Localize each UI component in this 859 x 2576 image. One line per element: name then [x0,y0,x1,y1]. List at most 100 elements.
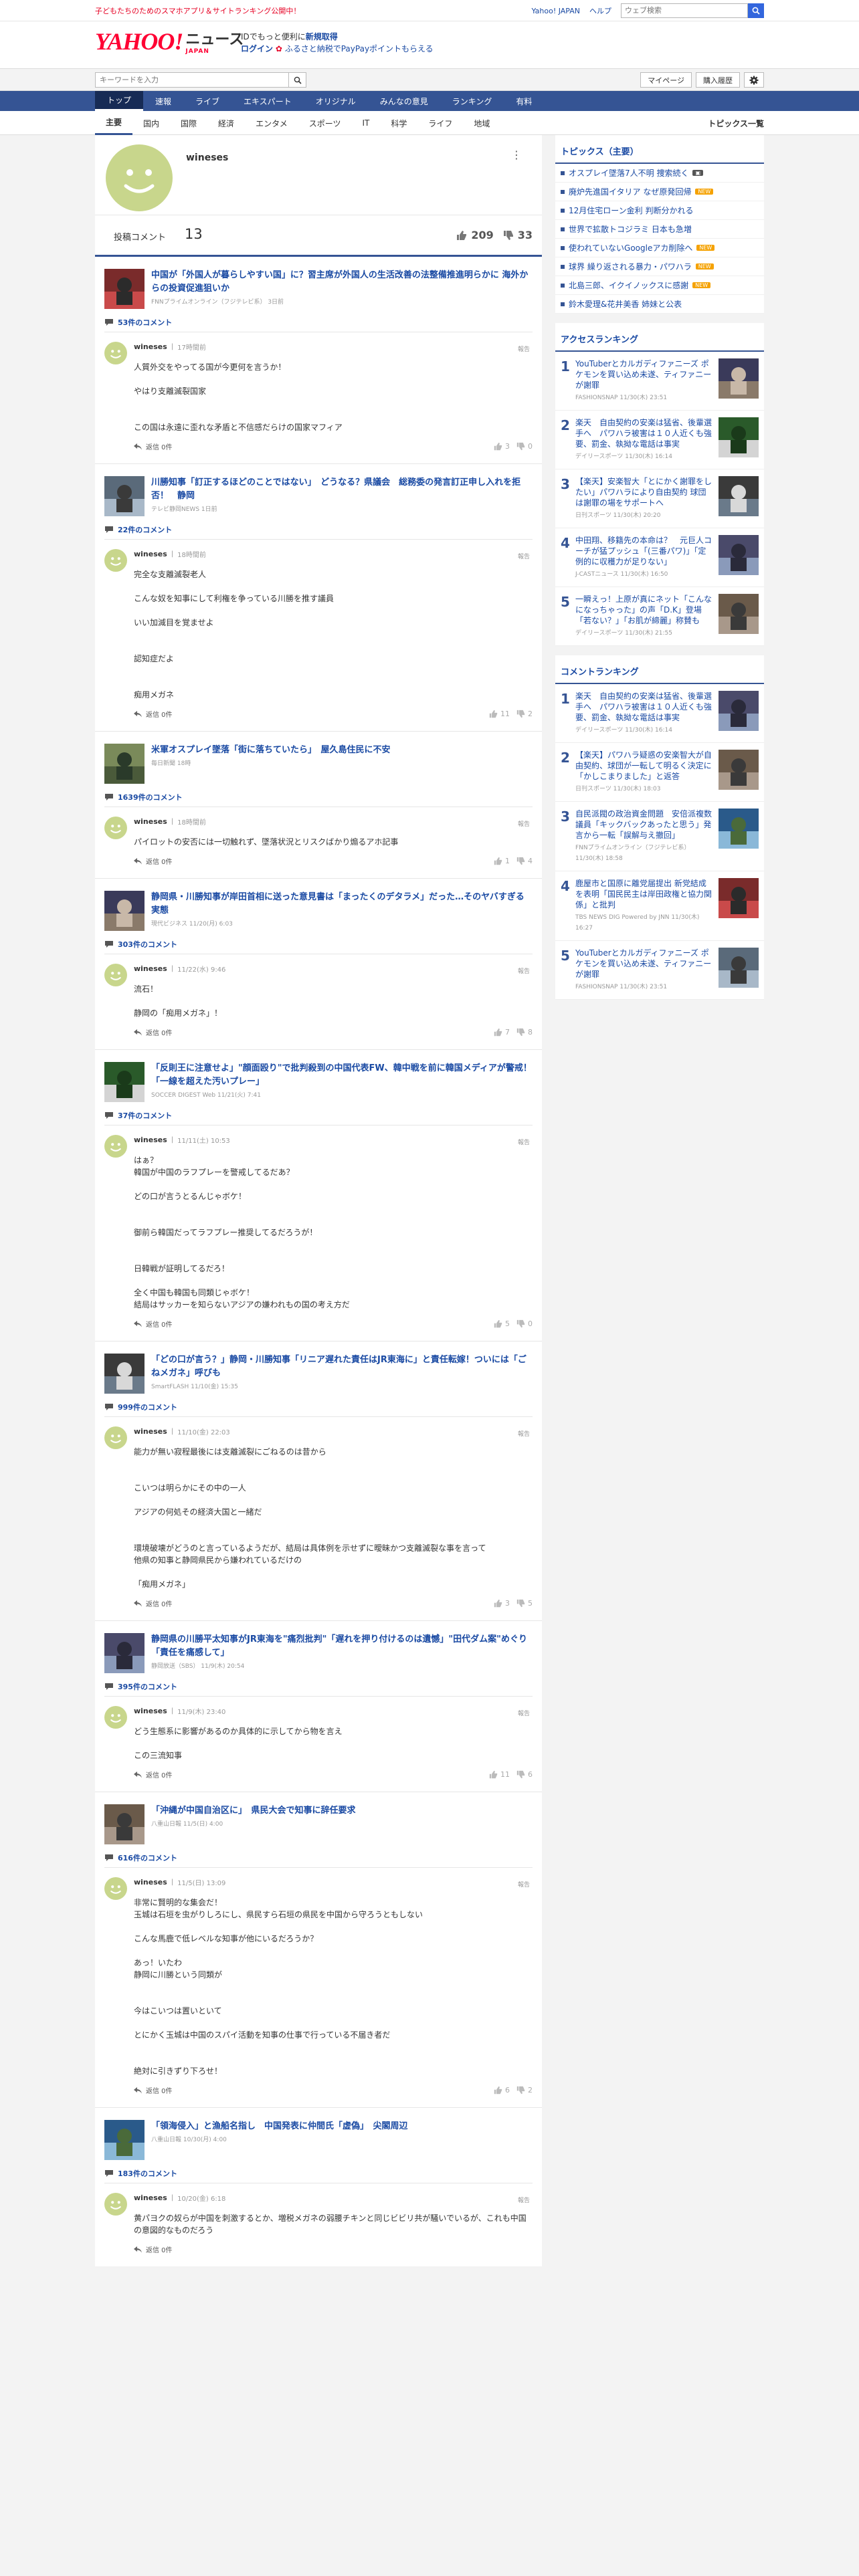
comment-username[interactable]: wineses [134,964,167,973]
ranking-item[interactable]: 3 【楽天】安楽智大「とにかく謝罪をしたい」パワハラにより自由契約 球団は謝罪の場… [555,469,764,528]
ranking-thumbnail[interactable] [719,878,759,918]
article-thumbnail[interactable] [104,891,145,931]
comment-username[interactable]: wineses [134,1878,167,1887]
avatar[interactable] [104,342,127,364]
like-button[interactable]: 3 [494,442,510,451]
article-thumbnail[interactable] [104,2120,145,2160]
avatar[interactable] [104,964,127,986]
topic-item[interactable]: 使われていないGoogleアカ削除へ NEW [555,239,764,257]
nav-science[interactable]: 科学 [380,111,417,135]
ranking-thumbnail[interactable] [719,594,759,634]
article-thumbnail[interactable] [104,744,145,784]
avatar[interactable] [104,1706,127,1729]
web-search-input[interactable] [621,3,748,18]
like-button[interactable]: 11 [489,710,510,718]
nav-live[interactable]: ライブ [183,91,231,111]
avatar[interactable] [104,549,127,572]
ranking-item[interactable]: 2 【楽天】パワハラ疑惑の安楽智大が自由契約、球団が一転して明るく決定に「かしこま… [555,743,764,802]
comment-count-link[interactable]: 616件のコメント [104,1852,533,1868]
reply-button[interactable]: 返信 0件 [134,1598,173,1608]
ranking-thumbnail[interactable] [719,691,759,731]
dislike-button[interactable]: 6 [516,1770,533,1779]
like-button[interactable]: 1 [494,857,510,865]
ranking-item[interactable]: 2 楽天 自由契約の安楽は猛省、後輩選手へ パワハラ被害は１０人近くも強要、罰金、… [555,411,764,469]
register-link[interactable]: 新規取得 [306,32,338,41]
report-link[interactable]: 報告 [518,344,530,353]
reply-button[interactable]: 返信 0件 [134,1319,173,1329]
yahoo-news-logo[interactable]: YAHOO! ニュース JAPAN [95,28,244,55]
reply-button[interactable]: 返信 0件 [134,441,173,451]
reply-button[interactable]: 返信 0件 [134,2085,173,2095]
article-title-link[interactable]: 米軍オスプレイ墜落「街に落ちていたら」 屋久島住民に不安 [151,744,391,757]
ranking-item[interactable]: 1 楽天 自由契約の安楽は猛省、後輩選手へ パワハラ被害は１０人近くも強要、罰金、… [555,684,764,743]
article-title-link[interactable]: 「沖縄が中国自治区に」 県民大会で知事に辞任要求 [151,1804,356,1818]
settings-button[interactable] [744,72,764,88]
nav-domestic[interactable]: 国内 [132,111,170,135]
topic-item[interactable]: 北島三郎、イクイノックスに感謝 NEW [555,276,764,295]
article-thumbnail[interactable] [104,1633,145,1673]
dislike-button[interactable]: 5 [516,1599,533,1608]
ranking-thumbnail[interactable] [719,358,759,399]
nav-opinion[interactable]: みんなの意見 [368,91,440,111]
avatar[interactable] [104,2193,127,2216]
topic-item[interactable]: 鈴木愛理&花井美香 姉妹と公表 [555,295,764,314]
avatar[interactable] [104,1426,127,1449]
topic-item[interactable]: 廃炉先進国イタリア なぜ原発回帰 NEW [555,183,764,201]
topic-item[interactable]: 世界で拡散トコジラミ 日本も急増 [555,220,764,239]
ranking-item[interactable]: 1 YouTuberとカルガディファニーズ ポケモンを買い込め未遂、ティファニーが… [555,352,764,411]
reply-button[interactable]: 返信 0件 [134,1027,173,1037]
report-link[interactable]: 報告 [518,1429,530,1438]
article-title-link[interactable]: 中国が「外国人が暮らしやすい国」に？習主席が外国人の生活改善の法整備推進明らかに… [151,269,533,296]
nav-economy[interactable]: 経済 [207,111,245,135]
comment-count-link[interactable]: 53件のコメント [104,317,533,332]
furusato-link[interactable]: ふるさと納税でPayPayポイントもらえる [285,44,434,53]
purchase-history-button[interactable]: 購入履歴 [696,72,740,88]
reply-button[interactable]: 返信 0件 [134,856,173,866]
report-link[interactable]: 報告 [518,1138,530,1146]
report-link[interactable]: 報告 [518,819,530,828]
article-thumbnail[interactable] [104,1354,145,1394]
mypage-button[interactable]: マイページ [640,72,692,88]
comment-count-link[interactable]: 303件のコメント [104,939,533,954]
topics-list-link[interactable]: トピックス一覧 [708,111,764,135]
keyword-search-button[interactable] [289,72,306,88]
article-title-link[interactable]: 静岡県の川勝平太知事がJR東海を"痛烈批判"「遅れを押り付けるのは遺憾」"田代ダ… [151,1633,533,1660]
report-link[interactable]: 報告 [518,2195,530,2204]
like-button[interactable]: 7 [494,1028,510,1037]
comment-username[interactable]: wineses [134,1707,167,1715]
nav-main[interactable]: 主要 [95,111,133,135]
ranking-thumbnail[interactable] [719,476,759,516]
report-link[interactable]: 報告 [518,552,530,560]
comment-username[interactable]: wineses [134,817,167,826]
topic-item[interactable]: 12月住宅ローン金利 判断分かれる [555,201,764,220]
like-button[interactable]: 5 [494,1319,510,1328]
nav-flash[interactable]: 速報 [143,91,183,111]
topic-item[interactable]: 球界 繰り返される暴力・パワハラ NEW [555,257,764,276]
nav-local[interactable]: 地域 [463,111,500,135]
like-button[interactable]: 11 [489,1770,510,1779]
nav-sports[interactable]: スポーツ [298,111,352,135]
article-thumbnail[interactable] [104,1062,145,1102]
report-link[interactable]: 報告 [518,966,530,975]
nav-entertainment[interactable]: エンタメ [245,111,298,135]
comment-count-link[interactable]: 1639件のコメント [104,792,533,807]
article-title-link[interactable]: 「反則王に注意せよ」"顔面殴り"で批判殺到の中国代表FW、韓中戦を前に韓国メディ… [151,1062,533,1089]
ranking-item[interactable]: 3 自民派閥の政治資金問題 安倍派複数議員「キックバックあったと思う」発言から一転… [555,802,764,871]
comment-count-link[interactable]: 22件のコメント [104,524,533,540]
comment-username[interactable]: wineses [134,550,167,558]
comment-username[interactable]: wineses [134,342,167,351]
ranking-item[interactable]: 4 鹿屋市と国原に離党届提出 新党結成を表明「国民民主は岸田政権と協力関係」と批判… [555,871,764,941]
web-search-button[interactable] [748,3,764,18]
nav-original[interactable]: オリジナル [304,91,368,111]
article-title-link[interactable]: 静岡県・川勝知事が岸田首相に送った意見書は「まったくのデタラメ」だった…そのヤバ… [151,891,533,918]
comment-username[interactable]: wineses [134,2193,167,2202]
comment-count-link[interactable]: 999件のコメント [104,1402,533,1417]
report-link[interactable]: 報告 [518,1709,530,1717]
ranking-thumbnail[interactable] [719,750,759,790]
ranking-item[interactable]: 5 YouTuberとカルガディファニーズ ポケモンを買い込め未遂、ティファニーが… [555,941,764,1000]
dislike-button[interactable]: 2 [516,710,533,718]
like-button[interactable]: 6 [494,2086,510,2095]
reply-button[interactable]: 返信 0件 [134,2244,173,2254]
article-thumbnail[interactable] [104,1804,145,1844]
article-title-link[interactable]: 「領海侵入」と漁船名指し 中国発表に仲間氏「虚偽」 尖閣周辺 [151,2120,408,2133]
